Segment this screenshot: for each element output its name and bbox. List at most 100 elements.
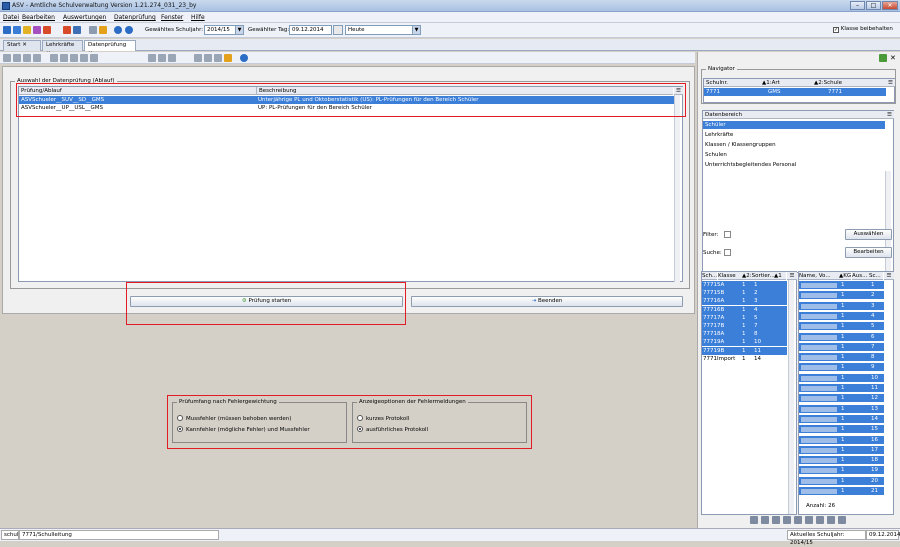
schueler-row[interactable]: 1 21	[799, 487, 884, 495]
info-icon[interactable]	[114, 26, 122, 34]
new-icon[interactable]	[3, 54, 11, 62]
help-icon[interactable]	[240, 54, 248, 62]
menu-bearbeiten[interactable]: Bearbeiten	[22, 14, 55, 21]
klassen-scrollbar[interactable]	[788, 280, 794, 514]
schueler-row[interactable]: 15	[799, 322, 884, 331]
first-icon[interactable]	[761, 516, 769, 524]
menu-fenster[interactable]: Fenster	[161, 14, 183, 21]
list-item[interactable]: Klassen / Klassengruppen	[703, 141, 885, 149]
tab-lehrkraefte[interactable]: Lehrkräfte ✕	[42, 40, 83, 57]
beenden-button[interactable]: ⇥ Beenden	[411, 296, 683, 307]
fast-back-icon[interactable]	[772, 516, 780, 524]
schueler-row[interactable]: 1 12	[799, 394, 884, 403]
schueler-row[interactable]: 16	[799, 332, 884, 341]
filter-icon[interactable]	[214, 54, 222, 62]
klasse-row[interactable]: 7771 9A 1 10	[702, 338, 787, 347]
schueler-row[interactable]: 14	[799, 311, 884, 320]
export-icon[interactable]	[99, 26, 107, 34]
save-icon[interactable]	[13, 54, 21, 62]
column-header-kg[interactable]: ▲KG	[839, 272, 851, 280]
print-icon[interactable]	[194, 54, 202, 62]
column-menu-icon[interactable]: ☰	[885, 111, 894, 119]
close-icon[interactable]: ✕	[22, 42, 27, 48]
pruefung-scrollbar[interactable]	[674, 95, 680, 282]
menu-datenpruefung[interactable]: Datenprüfung	[114, 14, 156, 21]
tab-start[interactable]: Start ✕	[3, 40, 41, 51]
next-icon[interactable]	[70, 54, 78, 62]
klasse-row[interactable]: 7771 Import 1 14	[702, 355, 787, 363]
list-item[interactable]: Schüler	[703, 121, 885, 129]
fast-forward-icon[interactable]	[805, 516, 813, 524]
teacher-icon[interactable]	[23, 26, 31, 34]
ausfuehrlich-radio[interactable]: ausführliches Protokoll	[357, 426, 428, 434]
tag-field[interactable]: 09.12.2014	[289, 25, 332, 35]
menu-datei[interactable]: Datei	[3, 14, 19, 21]
column-header-schulnr[interactable]: Schulnr.	[704, 79, 760, 87]
column-menu-icon[interactable]: ☰	[787, 272, 797, 280]
menu-hilfe[interactable]: Hilfe	[191, 14, 205, 21]
schueler-row[interactable]: 18	[799, 353, 884, 362]
print-icon[interactable]	[89, 26, 97, 34]
list-item[interactable]: Lehrkräfte	[703, 131, 885, 139]
schueler-row[interactable]: 12	[799, 291, 884, 300]
schueler-row[interactable]: 1 10	[799, 373, 884, 382]
klasse-row[interactable]: 7771 7B 1 7	[702, 322, 787, 330]
undo-icon[interactable]	[23, 54, 31, 62]
refresh-icon[interactable]	[879, 54, 887, 62]
save-icon[interactable]	[750, 516, 758, 524]
column-menu-icon[interactable]: ☰	[886, 79, 895, 87]
column-menu-icon[interactable]: ☰	[884, 272, 894, 280]
suche-checkbox[interactable]	[724, 249, 731, 256]
schueler-row[interactable]: 1 19	[799, 466, 884, 475]
schueler-row[interactable]: 1 11	[799, 384, 884, 392]
list-item[interactable]: Unterrichtsbegleitendes Personal	[703, 161, 885, 169]
klasse-row[interactable]: 7771 5B 1 2	[702, 289, 787, 298]
column-menu-icon[interactable]: ☰	[674, 87, 683, 95]
schueler-row[interactable]: 1 17	[799, 445, 884, 454]
column-header-schule[interactable]: ▲2:Schule	[812, 79, 886, 87]
pruefung-starten-button[interactable]: ⚙ Prüfung starten	[130, 296, 403, 307]
edit-icon[interactable]	[224, 54, 232, 62]
schueler-row[interactable]: 19	[799, 363, 884, 372]
tab-datenpruefung[interactable]: Datenprüfung ✕	[84, 40, 136, 57]
schuljahr-select[interactable]: 2014/15 ▼	[204, 25, 244, 35]
schueler-row[interactable]: 13	[799, 301, 884, 310]
klasse-row[interactable]: 7771 9B 1 11	[702, 346, 787, 355]
school-icon[interactable]	[43, 26, 51, 34]
schueler-row[interactable]: 1 13	[799, 404, 884, 413]
klasse-row[interactable]: 7771 5A 1 1	[702, 281, 787, 289]
schueler-row[interactable]: 1 18	[799, 456, 884, 465]
maximize-button[interactable]: □	[866, 1, 881, 10]
auswaehlen-button[interactable]: Auswählen	[845, 229, 892, 240]
close-icon[interactable]: ✕	[890, 54, 896, 62]
grid-icon[interactable]	[838, 516, 846, 524]
schueler-row[interactable]: 1 14	[799, 414, 884, 423]
cut-icon[interactable]	[148, 54, 156, 62]
list-item[interactable]: Schulen	[703, 151, 885, 159]
bearbeiten-button[interactable]: Bearbeiten	[845, 247, 892, 258]
kannfehler-radio[interactable]: Kannfehler (mögliche Fehler) und Mussfeh…	[177, 426, 310, 434]
last-icon[interactable]	[816, 516, 824, 524]
schueler-row[interactable]: 11	[799, 281, 884, 289]
next-icon[interactable]	[794, 516, 802, 524]
column-header-beschreibung[interactable]: Beschreibung	[256, 87, 673, 95]
close-button[interactable]: ✕	[882, 1, 898, 10]
column-header-sc[interactable]: Sc...	[869, 272, 883, 280]
save-icon[interactable]	[73, 26, 81, 34]
menu-auswertungen[interactable]: Auswertungen	[63, 14, 106, 21]
klasse-row[interactable]: 7771 6A 1 3	[702, 297, 787, 306]
filter-checkbox[interactable]	[724, 231, 731, 238]
refresh-icon[interactable]	[90, 54, 98, 62]
klasse-row[interactable]: 7771 6B 1 4	[702, 305, 787, 314]
column-header-art[interactable]: ▲1:Art	[760, 79, 812, 87]
calendar-button[interactable]	[333, 25, 343, 35]
column-header-sortier[interactable]: ▲2:Sortier...	[742, 272, 775, 280]
first-icon[interactable]	[50, 54, 58, 62]
paste-icon[interactable]	[168, 54, 176, 62]
report-icon[interactable]	[63, 26, 71, 34]
mussfehler-radio[interactable]: Mussfehler (müssen behoben werden)	[177, 415, 291, 423]
delete-icon[interactable]	[33, 54, 41, 62]
last-icon[interactable]	[80, 54, 88, 62]
column-header-name[interactable]: Name, Vo...	[799, 272, 839, 280]
klasse-row[interactable]: 7771 8A 1 8	[702, 330, 787, 339]
